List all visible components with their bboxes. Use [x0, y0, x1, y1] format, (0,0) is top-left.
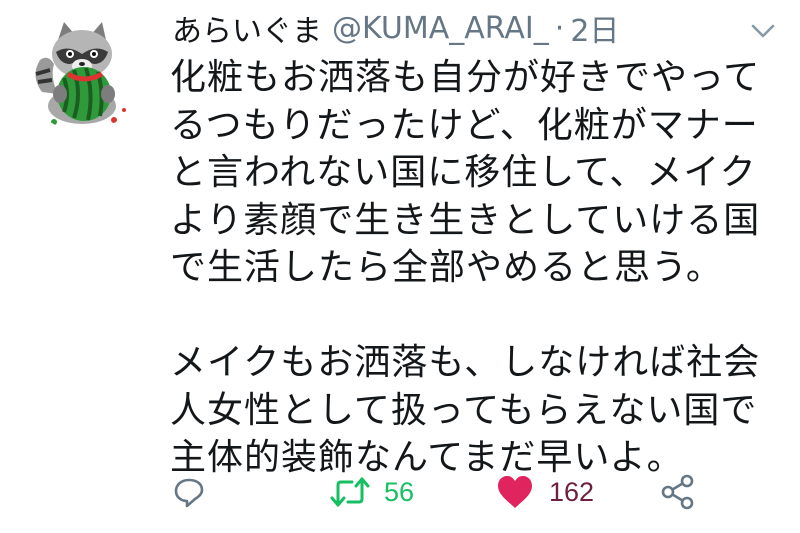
- share-icon: [661, 474, 694, 510]
- heart-icon: [498, 476, 532, 508]
- like-button[interactable]: 162: [495, 464, 594, 520]
- separator-dot: ·: [554, 10, 565, 46]
- reply-icon: [174, 478, 204, 508]
- avatar[interactable]: [24, 14, 142, 132]
- tweet: あらいぐま @KUMA_ARAI_ · 2日 化粧もお洒落も自分が好きでやってる…: [0, 0, 800, 533]
- tweet-menu-button[interactable]: [748, 20, 778, 42]
- display-name[interactable]: あらいぐま: [172, 6, 322, 50]
- chevron-down-icon: [751, 24, 775, 38]
- like-count: 162: [549, 476, 595, 507]
- tweet-header: あらいぐま @KUMA_ARAI_ · 2日: [172, 6, 619, 50]
- raccoon-avatar-icon: [24, 14, 142, 132]
- share-button[interactable]: [660, 464, 696, 520]
- user-handle[interactable]: @KUMA_ARAI_: [332, 11, 549, 46]
- retweet-button[interactable]: 56: [330, 464, 414, 520]
- retweet-count: 56: [384, 476, 415, 507]
- timestamp[interactable]: 2日: [570, 6, 619, 50]
- tweet-text: 化粧もお洒落も自分が好きでやってるつもりだったけど、化粧がマナーと言われない国に…: [170, 57, 761, 478]
- tweet-actions: 56 162: [0, 464, 800, 520]
- retweet-icon: [330, 477, 370, 507]
- reply-button[interactable]: [172, 464, 206, 520]
